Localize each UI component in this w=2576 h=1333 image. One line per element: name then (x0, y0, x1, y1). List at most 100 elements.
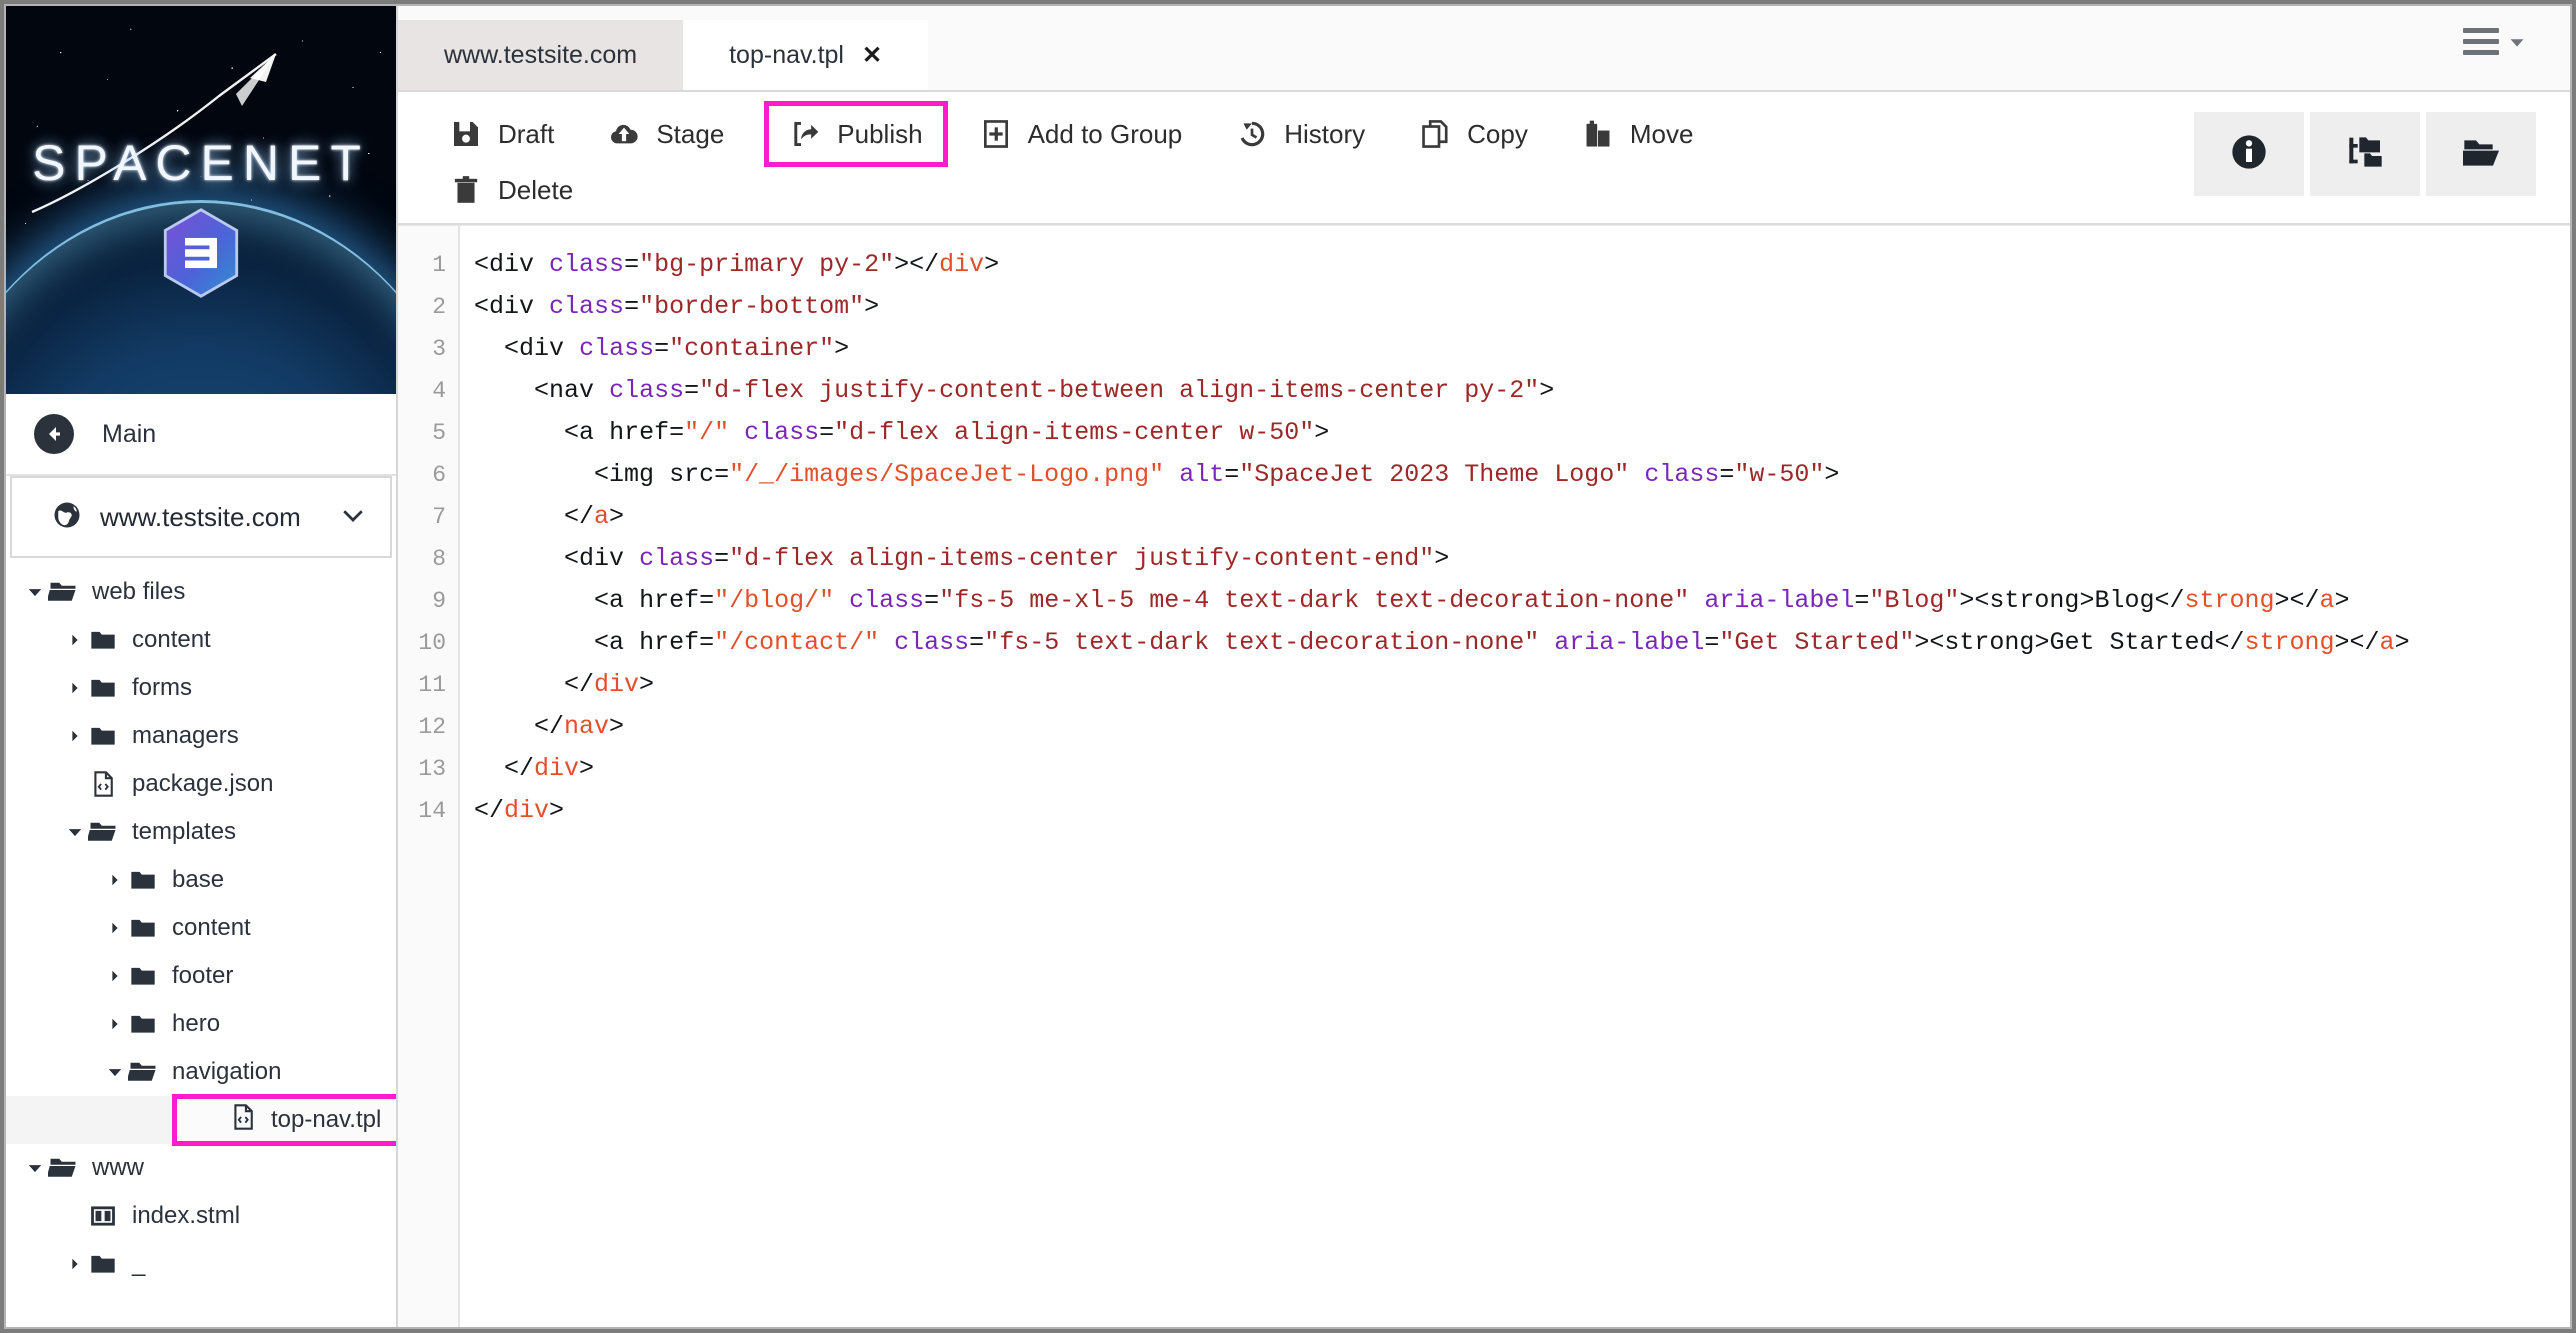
open-folder-icon (2461, 132, 2501, 177)
code-line: <a href="/" class="d-flex align-items-ce… (564, 418, 1330, 447)
stage-button[interactable]: Stage (590, 110, 742, 158)
file-tree[interactable]: web files content forms managers package.jso… (6, 558, 396, 1327)
chevron-down-icon[interactable] (338, 500, 368, 535)
folder-icon (126, 914, 160, 942)
tree-item-top-nav-tpl[interactable]: top-nav.tpl (6, 1094, 396, 1146)
folder-open-icon (126, 1057, 160, 1087)
chevron-right-icon[interactable] (104, 1015, 126, 1033)
chevron-right-icon[interactable] (64, 631, 86, 649)
back-arrow-circle-icon (34, 414, 74, 454)
tree-item-web-files[interactable]: web files (6, 568, 396, 616)
copy-button[interactable]: Copy (1401, 110, 1546, 158)
chevron-right-icon[interactable] (64, 727, 86, 745)
cloud-up-icon (608, 118, 640, 150)
tree-item--[interactable]: _ (6, 1240, 396, 1288)
tree-item-base[interactable]: base (6, 856, 396, 904)
line-number: 11 (418, 672, 446, 698)
tree-item-label: www (92, 1154, 144, 1181)
tab-label: top-nav.tpl (729, 40, 844, 69)
tree-item-templates[interactable]: templates (6, 808, 396, 856)
tab-top-nav-tpl[interactable]: top-nav.tpl ✕ (683, 20, 929, 90)
hamburger-menu-icon[interactable] (2463, 28, 2528, 55)
move-button[interactable]: Move (1564, 110, 1712, 158)
code-line: <div class="container"> (504, 334, 850, 363)
draft-button[interactable]: Draft (432, 110, 572, 158)
tree-item-www[interactable]: www (6, 1144, 396, 1192)
info-button[interactable] (2194, 112, 2304, 196)
code-line: <nav class="d-flex justify-content-betwe… (534, 376, 1555, 405)
sidebar: SPACENET Main www.testsite.com web files… (6, 6, 398, 1327)
history-button[interactable]: History (1218, 110, 1383, 158)
tab-www-testsite-com[interactable]: www.testsite.com (398, 20, 684, 90)
tree-item-label: index.stml (132, 1202, 241, 1229)
open-folder-button[interactable] (2426, 112, 2536, 196)
tree-item-label: templates (132, 818, 237, 845)
tab-bar[interactable]: www.testsite.com top-nav.tpl ✕ (398, 6, 2570, 92)
toolbar-button-label: History (1284, 118, 1366, 149)
action-toolbar: Draft Stage Publish Add to Group History Copy… (398, 92, 2570, 225)
chevron-right-icon[interactable] (64, 1255, 86, 1273)
folder-icon (86, 674, 120, 702)
folder-tree-button[interactable] (2310, 112, 2420, 196)
chevron-right-icon[interactable] (104, 967, 126, 985)
code-editor[interactable]: 1 2 3 4 5 6 7 8 9 10 11 12 13 14 <div class="bg-prima… (398, 225, 2570, 1327)
tree-item-index-stml[interactable]: index.stml (6, 1192, 396, 1240)
tree-item-footer[interactable]: footer (6, 952, 396, 1000)
selected-file-highlight[interactable]: top-nav.tpl (172, 1094, 396, 1146)
publish-button[interactable]: Publish (764, 101, 948, 167)
tree-item-content[interactable]: content (6, 616, 396, 664)
folder-tree-icon (2345, 132, 2385, 177)
toolbar-button-label: Add to Group (1027, 118, 1183, 149)
code-line: <div class="border-bottom"> (474, 292, 880, 321)
chevron-down-icon[interactable] (64, 822, 86, 842)
line-number: 14 (418, 798, 446, 824)
code-line: <a href="/blog/" class="fs-5 me-xl-5 me-… (594, 586, 2350, 615)
back-to-main-button[interactable]: Main (6, 394, 396, 476)
share-icon (789, 118, 821, 150)
tree-item-managers[interactable]: managers (6, 712, 396, 760)
close-icon[interactable]: ✕ (862, 41, 882, 70)
line-number: 2 (432, 294, 446, 320)
tree-item-label: web files (92, 578, 186, 605)
code-file-icon (86, 770, 120, 798)
folder-icon (86, 722, 120, 750)
code-line: <img src="/_/images/SpaceJet-Logo.png" a… (594, 460, 1840, 489)
chevron-down-icon[interactable] (24, 1158, 46, 1178)
delete-button[interactable]: Delete (432, 166, 591, 214)
back-label: Main (102, 419, 157, 448)
add-to-group-button[interactable]: Add to Group (962, 110, 1201, 158)
tree-item-navigation[interactable]: navigation (6, 1048, 396, 1096)
toolbar-button-label: Stage (656, 118, 725, 149)
line-number: 1 (432, 252, 446, 278)
chevron-right-icon[interactable] (64, 679, 86, 697)
folder-icon (126, 1010, 160, 1038)
tree-item-label: hero (172, 1010, 221, 1037)
toolbar-right-buttons (2194, 112, 2536, 196)
tree-item-label: package.json (132, 770, 274, 797)
toolbar-button-label: Delete (498, 174, 574, 205)
chevron-right-icon[interactable] (104, 871, 126, 889)
line-number: 8 (432, 546, 446, 572)
folder-open-icon (46, 577, 80, 607)
site-selector[interactable]: www.testsite.com (10, 476, 392, 558)
folder-icon (86, 1250, 120, 1278)
tree-item-forms[interactable]: forms (6, 664, 396, 712)
folder-icon (126, 962, 160, 990)
chevron-down-icon[interactable] (104, 1062, 126, 1082)
tree-item-package-json[interactable]: package.json (6, 760, 396, 808)
code-line: </nav> (534, 712, 625, 741)
line-number: 7 (432, 504, 446, 530)
tree-item-label: navigation (172, 1058, 282, 1085)
code-line: </div> (564, 670, 655, 699)
chevron-down-icon[interactable] (24, 582, 46, 602)
toolbar-button-label: Draft (498, 118, 555, 149)
line-number: 3 (432, 336, 446, 362)
code-content[interactable]: <div class="bg-primary py-2"></div> <div … (460, 226, 2570, 1327)
save-icon (450, 118, 482, 150)
chevron-right-icon[interactable] (104, 919, 126, 937)
tree-item-hero[interactable]: hero (6, 1000, 396, 1048)
folder-icon (126, 866, 160, 894)
code-line: <a href="/contact/" class="fs-5 text-dar… (594, 628, 2410, 657)
tree-item-content[interactable]: content (6, 904, 396, 952)
toolbar-button-label: Move (1629, 118, 1694, 149)
